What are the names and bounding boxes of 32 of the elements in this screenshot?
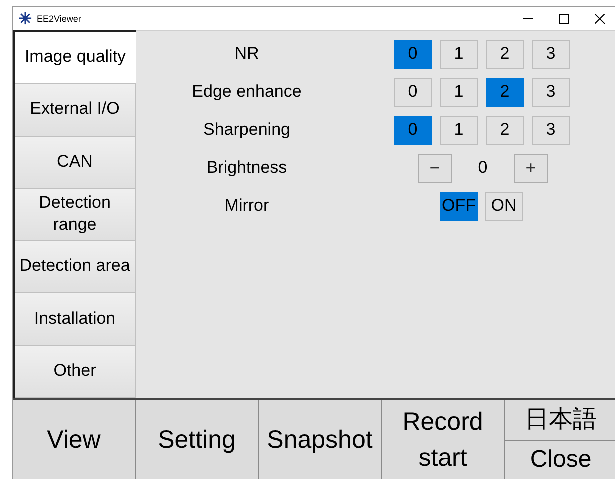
setting-label: Sharpening: [202, 120, 292, 140]
setting-label: Edge enhance: [191, 82, 303, 102]
option-button[interactable]: 1: [440, 78, 478, 106]
option-button[interactable]: 2: [486, 116, 524, 144]
window-title: EE2Viewer: [37, 14, 82, 24]
sidebar-tab[interactable]: Detection area: [15, 241, 136, 294]
brightness-value: 0: [477, 158, 489, 178]
option-button[interactable]: 1: [440, 116, 478, 144]
app-icon: [19, 12, 32, 25]
option-button[interactable]: 2: [486, 78, 524, 106]
option-button[interactable]: 0: [394, 116, 432, 144]
increase-button[interactable]: +: [514, 154, 548, 182]
sidebar-tab[interactable]: Detection range: [15, 188, 136, 242]
sidebar-tab[interactable]: Other: [15, 346, 136, 398]
option-button[interactable]: 3: [532, 40, 570, 68]
sidebar-tab[interactable]: CAN: [15, 136, 136, 189]
sidebar-tab[interactable]: External I/O: [15, 84, 136, 137]
setting-label: NR: [234, 44, 260, 64]
option-button[interactable]: OFF: [440, 192, 478, 220]
decrease-button[interactable]: −: [418, 154, 452, 182]
option-button[interactable]: ON: [485, 192, 523, 220]
option-button[interactable]: 2: [486, 40, 524, 68]
option-button[interactable]: 0: [394, 40, 432, 68]
option-button[interactable]: 0: [394, 78, 432, 106]
close-icon[interactable]: [595, 14, 605, 24]
sidebar-tab[interactable]: Installation: [15, 293, 136, 346]
option-button[interactable]: 1: [440, 40, 478, 68]
option-button[interactable]: 3: [532, 78, 570, 106]
setting-label: Brightness: [206, 158, 288, 178]
maximize-icon[interactable]: [559, 14, 569, 24]
option-button[interactable]: 3: [532, 116, 570, 144]
setting-label: Mirror: [224, 196, 270, 216]
